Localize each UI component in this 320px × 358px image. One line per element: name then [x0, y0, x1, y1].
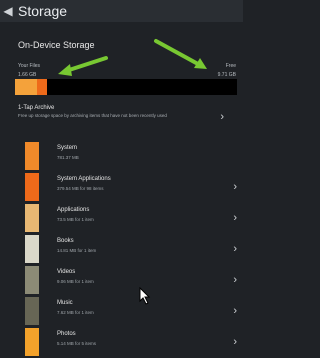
section-title: On-Device Storage	[18, 40, 95, 50]
row-name: System Applications	[57, 176, 111, 182]
swatch-system	[25, 142, 39, 170]
chevron-right-icon: ›	[233, 212, 237, 224]
title-bar: ◀ Storage	[0, 0, 243, 22]
swatch-music	[25, 297, 39, 325]
free-label: Free	[225, 63, 236, 69]
one-tap-archive-item[interactable]: 1-Tap Archive Free up storage space by a…	[18, 105, 230, 123]
row-name: Applications	[57, 207, 90, 213]
storage-bar-segment-orange-dark	[37, 79, 48, 95]
chevron-right-icon: ›	[233, 243, 237, 255]
row-size: 7.62 MB for 1 item	[57, 310, 94, 315]
storage-row-applications[interactable]: Applications 73.5 MB for 1 item ›	[25, 204, 237, 234]
row-name: Books	[57, 238, 74, 244]
storage-row-books[interactable]: Books 14.81 MB for 1 item ›	[25, 235, 237, 265]
page-title: Storage	[18, 3, 68, 19]
swatch-books	[25, 235, 39, 263]
your-files-label: Your Files	[18, 63, 41, 69]
archive-description: Free up storage space by archiving items…	[18, 113, 167, 118]
chevron-right-icon: ›	[233, 336, 237, 348]
chevron-right-icon: ›	[233, 305, 237, 317]
chevron-right-icon: ›	[233, 274, 237, 286]
your-files-size: 1.66 GB	[18, 72, 37, 78]
storage-row-videos[interactable]: Videos 9.06 MB for 1 item ›	[25, 266, 237, 296]
row-name: Music	[57, 300, 73, 306]
chevron-right-icon: ›	[220, 111, 224, 123]
arrow-to-your-files	[64, 56, 108, 73]
swatch-videos	[25, 266, 39, 294]
storage-row-system-applications[interactable]: System Applications 379.54 MB for 98 ite…	[25, 173, 237, 203]
row-size: 9.06 MB for 1 item	[57, 279, 94, 284]
arrow-to-free	[154, 39, 200, 66]
storage-row-photos[interactable]: Photos 5.14 MB for 5 items ›	[25, 328, 237, 358]
arrow-head-free	[194, 58, 207, 69]
storage-usage-bar	[15, 79, 237, 95]
row-size: 379.54 MB for 98 items	[57, 186, 104, 191]
arrow-head-your-files	[58, 64, 72, 76]
swatch-system-applications	[25, 173, 39, 201]
storage-row-music[interactable]: Music 7.62 MB for 1 item ›	[25, 297, 237, 327]
chevron-right-icon: ›	[233, 181, 237, 193]
swatch-applications	[25, 204, 39, 232]
archive-title: 1-Tap Archive	[18, 105, 55, 111]
row-size: 5.14 MB for 5 items	[57, 341, 97, 346]
storage-bar-segment-free	[47, 79, 237, 95]
storage-bar-segment-orange-light	[15, 79, 38, 95]
row-name: Videos	[57, 269, 76, 275]
back-arrow-icon[interactable]: ◀	[0, 0, 16, 22]
row-name: Photos	[57, 331, 76, 337]
row-size: 73.5 MB for 1 item	[57, 217, 94, 222]
mouse-pointer-icon	[139, 287, 151, 305]
row-size: 781.37 MB	[57, 155, 79, 160]
row-size: 14.81 MB for 1 item	[57, 248, 97, 253]
storage-row-system[interactable]: System 781.37 MB	[25, 142, 237, 172]
row-name: System	[57, 145, 78, 151]
free-size: 9.71 GB	[217, 72, 236, 78]
swatch-photos	[25, 328, 39, 356]
